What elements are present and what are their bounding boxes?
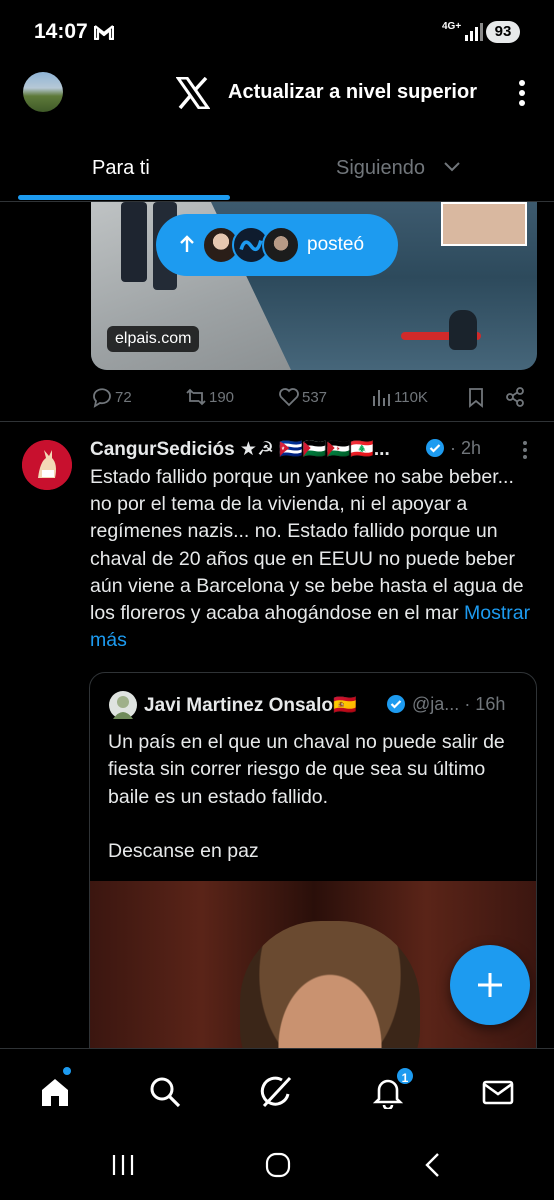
x-logo-icon [176,77,210,109]
feed-tabs: Para ti Siguiendo [0,130,554,202]
quoted-author-handle: @ja... · 16h [412,694,505,715]
verified-badge-icon [426,439,444,457]
link-source-tag[interactable]: elpais.com [107,326,200,352]
views-button[interactable]: 110K [370,382,428,412]
back-icon[interactable] [418,1150,448,1180]
post-actions: 72 190 537 110K [0,382,554,412]
quoted-time: · 16h [464,694,506,714]
bottom-navigation [0,1048,554,1132]
repost-button[interactable]: 190 [185,382,234,412]
chevron-down-icon[interactable] [444,162,460,172]
reply-button[interactable]: 72 [91,382,132,412]
like-button[interactable]: 537 [278,382,327,412]
views-icon [373,390,390,406]
grok-icon[interactable] [259,1075,293,1109]
face-inset [441,202,527,246]
tweet-time[interactable]: · 2h [450,438,481,459]
signal-icon [465,23,483,41]
search-icon[interactable] [148,1075,182,1109]
home-icon[interactable] [38,1075,72,1109]
arrow-up-icon [180,235,194,252]
reply-icon [93,388,111,408]
diver-figure [449,310,477,350]
share-icon [506,387,524,407]
verified-badge-icon [387,695,405,713]
battery-indicator: 93 [486,21,520,43]
more-options-icon[interactable] [512,78,532,108]
heart-icon [279,388,299,407]
avatar [262,226,300,264]
tab-following[interactable]: Siguiendo [336,130,425,202]
network-label: 4G+ [442,21,462,32]
like-count: 537 [302,388,328,406]
status-bar: 14:07 4G+ 93 [0,0,554,62]
system-navigation [0,1132,554,1200]
tweet-text: Estado fallido porque un yankee no sabe … [90,464,540,654]
repost-icon [186,388,206,406]
recent-apps-icon[interactable] [108,1150,138,1180]
divider [0,421,554,422]
person-figure [121,202,147,282]
tweet-author-name[interactable]: CangurSediciós ★☭ 🇨🇺🇵🇸🇪🇭🇱🇧... [90,437,390,461]
upgrade-button[interactable]: Actualizar a nivel superior [228,81,477,104]
share-button[interactable] [504,382,528,412]
quoted-author-name: Javi Martinez Onsalo🇪🇸 [144,695,357,716]
compose-button[interactable] [450,945,530,1025]
home-system-icon[interactable] [263,1150,293,1180]
plus-icon [478,973,502,997]
status-time: 14:07 [34,20,88,43]
reply-count: 72 [115,388,132,406]
repost-count: 190 [209,388,235,406]
quoted-handle-text: @ja... [412,694,460,714]
avatar [109,691,137,719]
messages-icon[interactable] [481,1075,515,1109]
quoted-text-paragraph: Descanse en paz [108,840,259,863]
posted-label: posteó [307,234,365,255]
profile-avatar[interactable] [23,72,63,112]
views-count: 110K [394,388,428,406]
tab-for-you[interactable]: Para ti [92,130,150,202]
bookmark-icon [469,388,483,408]
quoted-text-paragraph: Un país en el que un chaval no puede sal… [108,731,505,808]
avatar[interactable] [22,440,72,490]
gmail-icon [94,25,114,40]
home-unread-dot [63,1067,71,1075]
bookmark-button[interactable] [465,382,489,412]
quoted-tweet-text: Un país en el que un chaval no puede sal… [108,729,528,866]
tweet-body-text: Estado fallido porque un yankee no sabe … [90,466,524,625]
active-tab-indicator [18,195,230,200]
more-options-icon[interactable] [518,440,532,460]
notification-badge: 1 [395,1066,415,1086]
